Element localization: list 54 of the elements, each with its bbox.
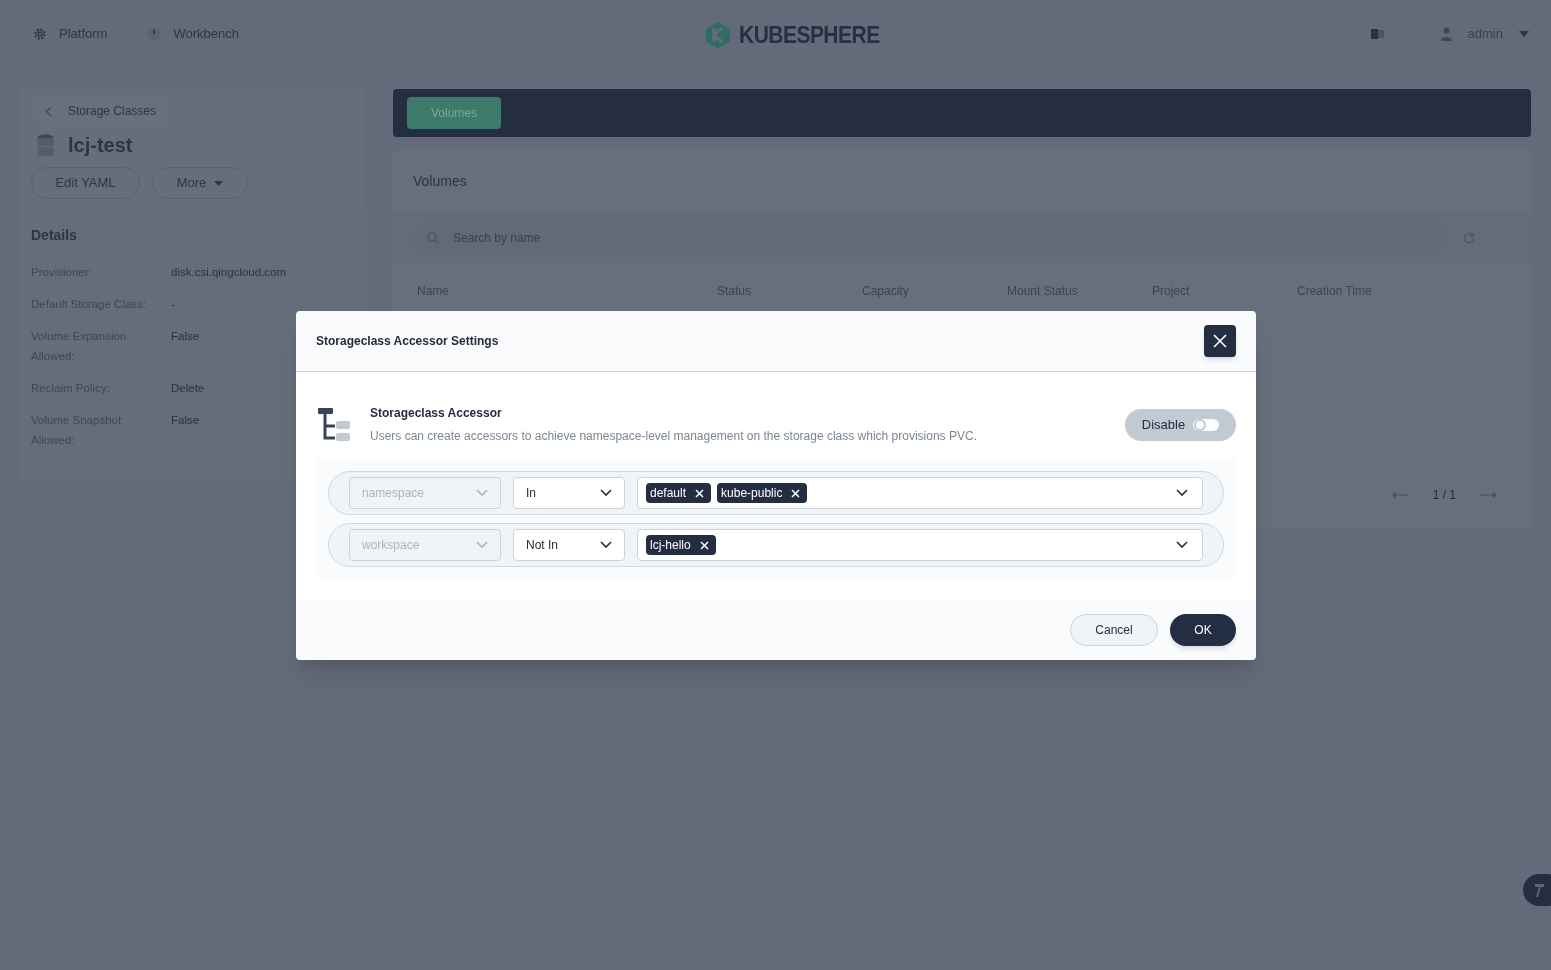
refresh-icon xyxy=(1463,232,1475,244)
toggle-switch[interactable]: Disable xyxy=(1125,408,1236,441)
tools-button[interactable] xyxy=(1523,874,1551,906)
close-button[interactable] xyxy=(1204,325,1236,357)
chevron-down-icon xyxy=(600,489,612,497)
remove-tag-button[interactable] xyxy=(791,488,801,498)
section-description: Users can create accessors to achieve namespace-level management on the storage class which provisions PVC. xyxy=(370,428,978,445)
close-icon xyxy=(695,488,705,498)
chevron-down-icon xyxy=(476,541,488,549)
section-title: Details xyxy=(31,226,78,245)
arrow-left-icon xyxy=(1391,491,1409,499)
detail-value: - xyxy=(171,297,175,312)
tag-label: lcj-hello xyxy=(650,537,691,554)
gear-icon xyxy=(33,27,47,41)
chevron-down-icon xyxy=(1176,541,1188,549)
caret-down-icon xyxy=(1519,31,1529,37)
values-select[interactable]: lcj-hello xyxy=(637,529,1203,561)
tab[interactable]: Volumes xyxy=(407,97,502,129)
remove-tag-button[interactable] xyxy=(699,540,709,550)
detail-value: disk.csi.qingcloud.com xyxy=(171,265,287,280)
ok-button[interactable]: OK xyxy=(1170,613,1236,646)
key-select[interactable]: workspace xyxy=(349,529,501,561)
chevron-left-icon xyxy=(45,105,52,117)
logo-icon xyxy=(705,20,731,49)
close-icon xyxy=(791,488,801,498)
dial-icon xyxy=(147,27,162,41)
chevron-down-icon xyxy=(600,541,612,549)
tag-label: kube-public xyxy=(721,485,783,502)
resource-title: lcj-test xyxy=(68,133,133,158)
detail-value: Delete xyxy=(171,381,205,396)
logo-text: KUBESPHERE xyxy=(739,20,880,50)
arrow-right-icon xyxy=(1480,491,1497,499)
book-icon xyxy=(1370,29,1385,39)
values-select[interactable]: default kube-public xyxy=(637,477,1203,509)
caret-down-icon xyxy=(214,180,224,186)
tag-label: default xyxy=(650,485,687,502)
card-title: Volumes xyxy=(412,172,468,191)
operator-select[interactable]: Not In xyxy=(513,529,625,561)
close-icon xyxy=(699,540,709,550)
operator-select[interactable]: In xyxy=(513,477,625,509)
cancel-button[interactable]: Cancel xyxy=(1070,613,1158,646)
hierarchy-icon xyxy=(316,406,352,443)
page-indicator: 1 / 1 xyxy=(1432,487,1456,504)
chevron-down-icon xyxy=(1176,489,1188,497)
remove-tag-button[interactable] xyxy=(695,488,705,498)
user-icon xyxy=(1440,27,1452,41)
key-select[interactable]: namespace xyxy=(349,477,501,509)
section-heading: Storageclass Accessor xyxy=(370,405,503,422)
chevron-down-icon xyxy=(476,489,488,497)
database-icon xyxy=(37,133,54,157)
dialog-title: Storageclass Accessor Settings xyxy=(316,333,499,350)
detail-value: False xyxy=(171,329,200,344)
close-icon xyxy=(1213,334,1227,348)
detail-value: False xyxy=(171,413,200,428)
